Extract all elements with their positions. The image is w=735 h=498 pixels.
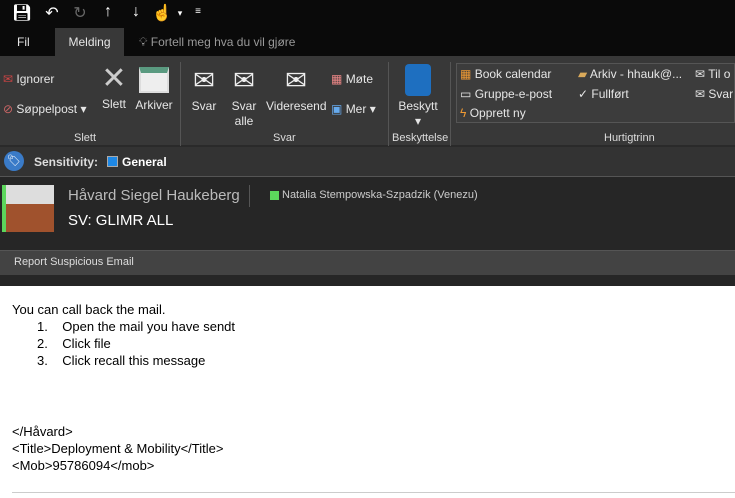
ignore-button[interactable]: ✉︎ Ignorer	[3, 72, 54, 86]
quick-step-archive[interactable]: ▰ Arkiv - hhauk@...	[578, 67, 682, 81]
divider	[249, 185, 250, 207]
group-label-protect: Beskyttelse	[392, 132, 449, 144]
quick-step-book-calendar[interactable]: ▦ Book calendar	[460, 67, 551, 81]
reply-envelope-icon: ✉︎	[193, 65, 215, 95]
lightbulb-icon: 💡︎	[139, 35, 151, 49]
list-item: 3. Click recall this message	[37, 353, 206, 368]
group-divider	[180, 62, 181, 146]
junk-icon: ⊘	[3, 102, 14, 116]
reply-all-envelope-icon: ✉︎	[233, 65, 255, 95]
quick-step-reply[interactable]: ✉︎ Svar	[695, 87, 733, 101]
down-icon[interactable]: ↓	[126, 3, 146, 21]
meeting-icon: ▦	[331, 72, 343, 86]
recipient-presence-icon	[270, 191, 279, 200]
junk-button[interactable]: ⊘ Søppelpost ▾	[3, 102, 86, 116]
signature-line: </Håvard>	[12, 424, 73, 439]
list-item: 2. Click file	[37, 336, 111, 351]
forward-envelope-icon: ✉︎	[285, 65, 307, 95]
sensitivity-label: Sensitivity:	[34, 155, 99, 169]
calendar-icon: ▦	[460, 67, 472, 81]
divider	[12, 492, 735, 493]
protect-button[interactable]: Beskytt ▾	[395, 62, 441, 129]
delete-button[interactable]: ✕ Slett	[98, 64, 130, 112]
redo-icon[interactable]: ↻	[70, 3, 90, 23]
quick-step-done[interactable]: ✓ Fullført	[578, 87, 629, 101]
customize-icon[interactable]: ≡	[188, 6, 208, 17]
tab-file[interactable]: Fil	[17, 28, 30, 56]
sensitivity-color-icon	[107, 156, 118, 167]
archive-box-icon	[139, 67, 169, 93]
subject: SV: GLIMR ALL	[68, 212, 174, 229]
quick-step-group-email[interactable]: ▭ Gruppe-e-post	[460, 87, 552, 101]
message-header: Håvard Siegel Haukeberg Natalia Stempows…	[0, 178, 735, 246]
more-icon: ▣	[331, 102, 343, 116]
sender-name[interactable]: Håvard Siegel Haukeberg	[68, 187, 240, 204]
folder-icon: ▰	[578, 67, 588, 81]
quick-step-create-new[interactable]: ϟ Opprett ny	[460, 106, 526, 120]
group-label-respond: Svar	[273, 132, 296, 144]
list-item: 1. Open the mail you have sendt	[37, 319, 236, 334]
envelope-icon: ✉︎	[695, 67, 706, 81]
sensitivity-bar: 🏷︎ Sensitivity: General	[0, 147, 735, 177]
signature-line: <Title>Deployment & Mobility</Title>	[12, 441, 224, 456]
email-icon: ▭	[460, 87, 472, 101]
reply-all-button[interactable]: ✉︎ Svar alle	[228, 64, 260, 129]
forward-button[interactable]: ✉︎ Videresend	[266, 64, 327, 114]
more-button[interactable]: ▣ Mer ▾	[331, 102, 376, 116]
message-body[interactable]: You can call back the mail. 1. Open the …	[0, 286, 735, 498]
reply-button[interactable]: ✉︎ Svar	[188, 64, 220, 114]
tell-me-search[interactable]: 💡︎ Fortell meg hva du vil gjøre	[139, 28, 295, 56]
tag-icon: 🏷︎	[4, 151, 24, 171]
sender-avatar[interactable]	[6, 185, 54, 232]
group-divider	[388, 62, 389, 146]
envelope-icon: ✉︎	[695, 87, 706, 101]
report-suspicious-bar[interactable]: Report Suspicious Email	[0, 250, 735, 275]
report-suspicious-label: Report Suspicious Email	[14, 256, 134, 268]
lock-icon	[405, 64, 431, 96]
group-label-delete: Slett	[74, 132, 97, 144]
touch-dropdown-icon[interactable]: ▾	[170, 8, 190, 19]
body-text: You can call back the mail.	[12, 302, 166, 317]
up-icon[interactable]: ↑	[98, 3, 118, 21]
group-label-quick-steps: Hurtigtrinn	[604, 132, 655, 144]
ignore-icon: ✉︎	[3, 72, 14, 86]
signature-line: <Mob>95786094</mob>	[12, 458, 155, 473]
undo-icon[interactable]: ↶	[42, 3, 62, 23]
quick-step-to-manager[interactable]: ✉︎ Til o	[695, 67, 730, 81]
touch-mode-icon[interactable]: ☝	[152, 3, 172, 23]
sensitivity-value[interactable]: General	[122, 155, 167, 169]
tab-message[interactable]: Melding	[55, 28, 124, 56]
meeting-button[interactable]: ▦ Møte	[331, 72, 373, 86]
group-divider	[450, 62, 451, 146]
save-icon[interactable]: 💾︎	[12, 3, 32, 23]
recipient-name[interactable]: Natalia Stempowska-Szpadzik (Venezu)	[282, 189, 478, 201]
delete-x-icon: ✕	[101, 62, 127, 95]
lightning-icon: ϟ	[460, 106, 467, 120]
quick-access-toolbar: 💾︎ ↶ ↻ ↑ ↓ ☝ ▾ ≡	[0, 0, 735, 28]
archive-button[interactable]: Arkiver	[134, 64, 174, 113]
ribbon-tabs: Fil Melding 💡︎ Fortell meg hva du vil gj…	[0, 28, 735, 56]
checkmark-icon: ✓	[578, 87, 589, 101]
